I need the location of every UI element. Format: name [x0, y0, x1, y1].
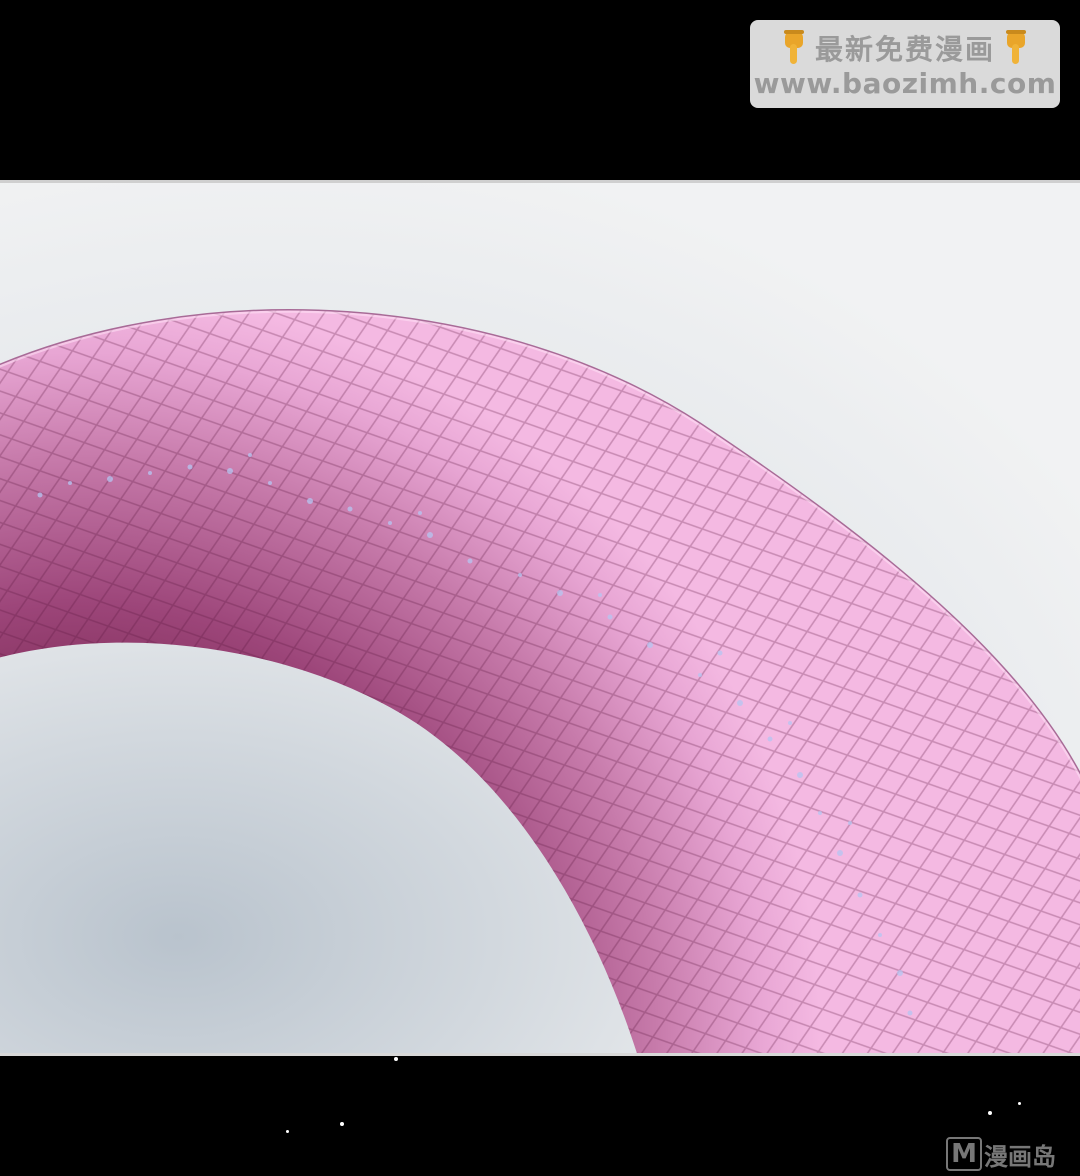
star-dot — [286, 1130, 289, 1133]
logo-text: 漫画岛 — [984, 1142, 1056, 1171]
serpent-coil-illustration — [0, 183, 1080, 1053]
bottom-black-band — [0, 1056, 1080, 1176]
pointing-down-hand-icon — [1006, 30, 1026, 64]
logo-letter-box: M — [946, 1137, 982, 1171]
watermark-badge[interactable]: 最新免费漫画 www.baozimh.com — [750, 20, 1060, 108]
star-dot — [340, 1122, 344, 1126]
star-dot — [988, 1111, 992, 1115]
watermark-title-row: 最新免费漫画 — [750, 28, 1060, 68]
comic-panel — [0, 180, 1080, 1056]
star-dot — [1018, 1102, 1021, 1105]
star-dot — [394, 1057, 398, 1061]
pointing-down-hand-icon — [783, 30, 804, 64]
corner-logo: M 漫画岛 — [946, 1136, 1056, 1172]
watermark-title: 最新免费漫画 — [814, 33, 995, 66]
watermark-url: www.baozimh.com — [753, 67, 1057, 100]
